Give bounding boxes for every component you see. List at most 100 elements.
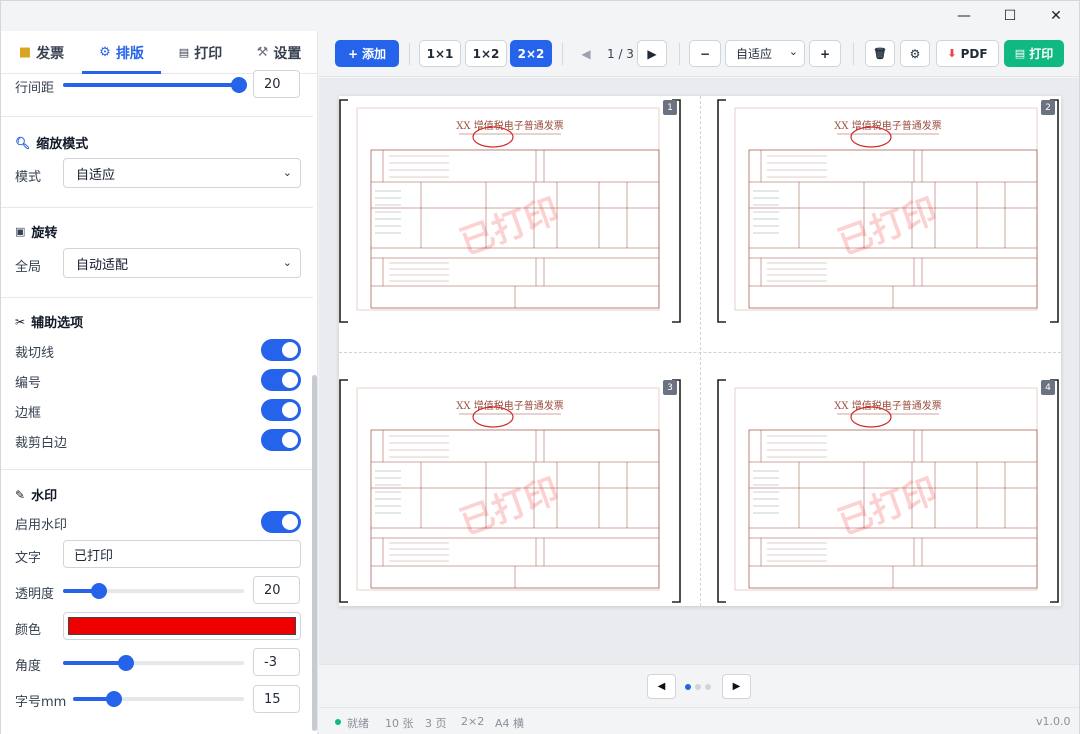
- section-title-text: 辅助选项: [31, 316, 84, 331]
- next-page-button-bottom[interactable]: ▶: [722, 674, 751, 699]
- invoice-title: XX 增值税电子普通发票: [456, 399, 563, 412]
- chevron-down-icon: ⌄: [282, 256, 292, 269]
- layout-2x2-button[interactable]: 2×2: [510, 40, 552, 67]
- crop-mark-right: [1050, 99, 1059, 323]
- slider-thumb[interactable]: [106, 691, 123, 707]
- folder-icon: ■: [18, 45, 32, 60]
- triangle-left-icon: ◀: [657, 681, 666, 692]
- trim-white-label: 裁剪白边: [15, 436, 68, 451]
- invoice-thumbnail: XX 增值税电子普通发票已打印: [339, 99, 681, 323]
- rotate-global-select[interactable]: 自动适配 ⌄: [63, 248, 301, 278]
- watermark-text-input[interactable]: 已打印: [63, 540, 301, 568]
- bottom-pager: ◀ ▶: [319, 664, 1079, 707]
- invoice-cell-3[interactable]: XX 增值税电子普通发票 已打印 3: [339, 376, 681, 606]
- triangle-right-icon: ▶: [647, 46, 657, 61]
- tab-layout[interactable]: ⚙ 排版: [82, 31, 161, 74]
- slider-fill: [63, 661, 127, 665]
- slider-fill: [63, 83, 239, 87]
- divider: [1, 207, 313, 208]
- font-size-slider[interactable]: [73, 691, 244, 707]
- watermark-enable-toggle[interactable]: [261, 511, 301, 533]
- printer-icon: ▤: [178, 46, 190, 59]
- angle-label: 角度: [15, 659, 42, 674]
- numbering-toggle[interactable]: [261, 369, 301, 391]
- tab-print[interactable]: ▤ 打印: [161, 31, 240, 74]
- tab-invoices[interactable]: ■ 发票: [1, 31, 82, 74]
- zoom-select[interactable]: 自适应 ⌄: [725, 40, 805, 67]
- preview-sheet: XX 增值税电子普通发票 已打印 1 XX 增值税电子普通发票 已打印 2 XX 增值税…: [339, 96, 1061, 606]
- slider-thumb[interactable]: [231, 77, 247, 93]
- font-size-input[interactable]: 15: [253, 685, 300, 713]
- zoom-in-button[interactable]: +: [809, 40, 841, 67]
- crop-lines-toggle[interactable]: [261, 339, 301, 361]
- line-spacing-slider[interactable]: [63, 77, 247, 93]
- slider-thumb[interactable]: [91, 583, 108, 599]
- watermark-color-picker[interactable]: [63, 612, 301, 640]
- version-label: v1.0.0: [1036, 715, 1071, 728]
- tab-label: 发票: [36, 45, 65, 62]
- zoom-mode-select[interactable]: 自适应 ⌄: [63, 158, 301, 188]
- preview-canvas: XX 增值税电子普通发票 已打印 1 XX 增值税电子普通发票 已打印 2 XX 增值税…: [319, 78, 1079, 664]
- cell-number-badge: 3: [663, 380, 677, 395]
- minimize-button[interactable]: —: [941, 1, 987, 31]
- tab-label: 设置: [273, 45, 302, 62]
- crop-mark-left: [339, 99, 348, 323]
- crop-mark-right: [672, 99, 681, 323]
- invoice-thumbnail: XX 增值税电子普通发票已打印: [339, 379, 681, 603]
- select-value: 自适应: [736, 47, 773, 61]
- line-spacing-input[interactable]: 20: [253, 70, 300, 98]
- select-value: 自动适配: [76, 257, 129, 273]
- delete-button[interactable]: 🗑︎: [865, 40, 895, 67]
- crop-mark-right: [1050, 379, 1059, 603]
- status-pages: 3 页: [425, 717, 447, 730]
- trash-icon: 🗑︎: [873, 47, 887, 60]
- slider-thumb[interactable]: [118, 655, 135, 671]
- invoice-title: XX 增值税电子普通发票: [834, 399, 941, 412]
- prev-page-button-bottom[interactable]: ◀: [647, 674, 676, 699]
- settings-button[interactable]: ⚙: [900, 40, 930, 67]
- page-dot-1[interactable]: [685, 684, 691, 690]
- add-button[interactable]: + 添加: [335, 40, 399, 67]
- crop-lines-label: 裁切线: [15, 346, 55, 361]
- trim-white-toggle[interactable]: [261, 429, 301, 451]
- divider: [1, 469, 313, 470]
- cell-number-badge: 4: [1041, 380, 1055, 395]
- printer-icon: ▤: [1014, 47, 1026, 60]
- layout-1x1-button[interactable]: 1×1: [419, 40, 461, 67]
- print-button[interactable]: ▤ 打印: [1004, 40, 1064, 67]
- close-button[interactable]: ✕: [1033, 1, 1079, 31]
- opacity-slider[interactable]: [63, 583, 244, 599]
- next-page-button[interactable]: ▶: [637, 40, 667, 67]
- toggle-knob: [282, 432, 298, 448]
- layout-1x2-button[interactable]: 1×2: [465, 40, 507, 67]
- invoice-cell-2[interactable]: XX 增值税电子普通发票 已打印 2: [717, 96, 1059, 326]
- font-size-label: 字号mm: [15, 695, 67, 710]
- tab-settings[interactable]: ⚒ 设置: [240, 31, 317, 74]
- separator: [679, 43, 680, 65]
- watermark-text: 已打印: [833, 191, 943, 263]
- border-toggle[interactable]: [261, 399, 301, 421]
- select-value: 自适应: [76, 167, 116, 183]
- triangle-right-icon: ▶: [732, 681, 741, 692]
- maximize-button[interactable]: ☐: [987, 1, 1033, 31]
- invoice-cell-1[interactable]: XX 增值税电子普通发票 已打印 1: [339, 96, 681, 326]
- crop-mark-right: [672, 379, 681, 603]
- page-dot-2[interactable]: [695, 684, 701, 690]
- sidebar-scrollbar[interactable]: [312, 375, 317, 731]
- zoom-out-button[interactable]: −: [689, 40, 721, 67]
- prev-page-button[interactable]: ◀: [571, 40, 601, 67]
- tab-label: 打印: [194, 45, 223, 62]
- wrench-icon: ⚒: [256, 45, 269, 60]
- angle-input[interactable]: -3: [253, 648, 300, 676]
- invoice-cell-4[interactable]: XX 增值税电子普通发票已打印 4: [717, 376, 1059, 606]
- toggle-knob: [282, 514, 298, 530]
- angle-slider[interactable]: [63, 655, 244, 671]
- page-dot-3[interactable]: [705, 684, 711, 690]
- pdf-button[interactable]: ⬇ PDF: [936, 40, 999, 67]
- button-label: 打印: [1029, 47, 1054, 61]
- status-ready: 就绪: [347, 717, 369, 730]
- watermark-text: 已打印: [833, 471, 943, 543]
- opacity-input[interactable]: 20: [253, 576, 300, 604]
- status-bar: 就绪 10 张 3 页 2×2 A4 横 v1.0.0: [319, 707, 1079, 734]
- image-icon: ▣: [15, 225, 26, 238]
